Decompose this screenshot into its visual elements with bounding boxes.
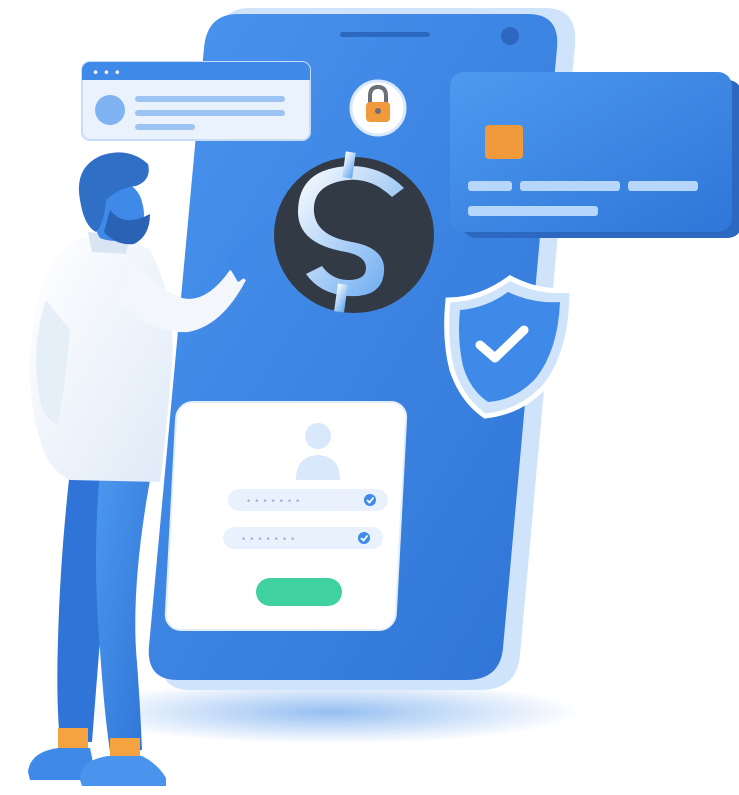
browser-avatar [95,95,125,125]
illustration-canvas: • • • • • • • • • • • • • • • • • [28,8,739,786]
credit-card-chip-icon [485,125,523,159]
payment-security-illustration: • • • • • • • • • • • • • • • • • [0,0,739,795]
browser-line-1 [135,96,285,102]
password-mask-2: • • • • • • • [241,535,295,545]
phone-camera [501,27,519,45]
browser-line-2 [135,110,285,116]
browser-window-card: • • • [81,61,311,141]
shield-check-icon [444,275,575,419]
card-number-block-3 [628,181,698,191]
padlock-badge [349,79,407,137]
man-shoe-front [80,756,166,786]
login-button [256,578,342,606]
password-mask-1: • • • • • • • [246,497,300,507]
phone-speaker [340,32,430,37]
login-form-card: • • • • • • • • • • • • • • [164,401,408,631]
card-number-block-2 [520,181,620,191]
browser-line-3 [135,124,195,130]
browser-window-dots: • • • [92,66,121,80]
field-1-check-icon [364,494,376,506]
man-sock-back [58,728,88,750]
field-2-check-icon [358,532,370,544]
card-holder-line [468,206,598,216]
card-number-block-1 [468,181,512,191]
credit-card [450,72,739,238]
